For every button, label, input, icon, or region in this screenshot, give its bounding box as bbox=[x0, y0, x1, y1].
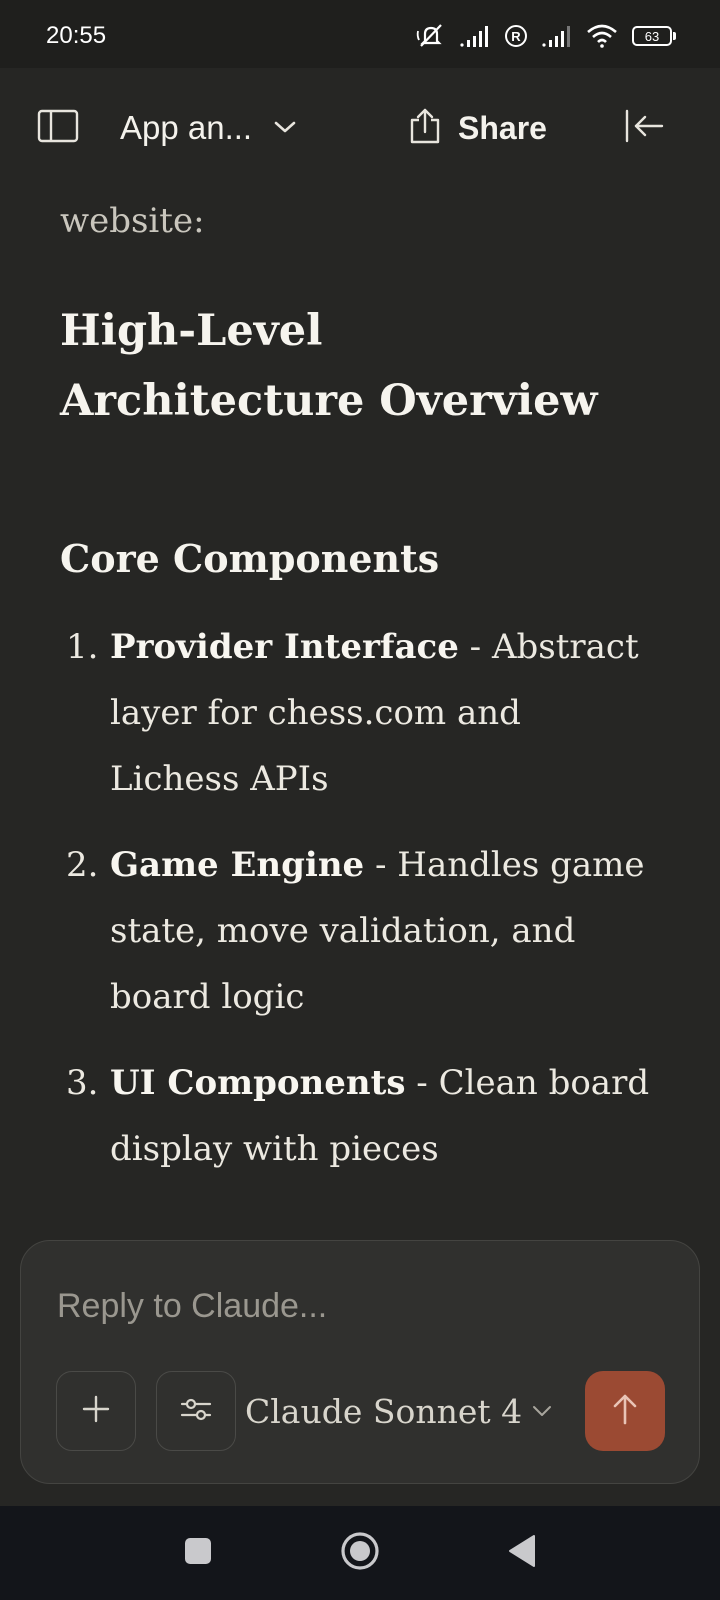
system-navigation-bar bbox=[0, 1506, 720, 1600]
chevron-down-icon bbox=[532, 1402, 552, 1421]
home-icon bbox=[340, 1531, 380, 1575]
list-number: 1. bbox=[66, 627, 99, 667]
share-button[interactable]: Share bbox=[408, 104, 547, 152]
intro-text: website: bbox=[60, 201, 205, 241]
tools-button[interactable] bbox=[156, 1371, 236, 1451]
status-time: 20:55 bbox=[46, 22, 107, 49]
status-icons: R 63 bbox=[416, 22, 676, 50]
reply-composer: Claude Sonnet 4 bbox=[20, 1240, 700, 1484]
list-item: 2. Game Engine - Handles game state, mov… bbox=[60, 832, 660, 1030]
chat-title-dropdown[interactable]: App an... bbox=[120, 104, 296, 152]
collapse-panel-button[interactable] bbox=[616, 104, 672, 152]
reply-input[interactable] bbox=[57, 1281, 657, 1331]
mute-icon bbox=[416, 23, 446, 49]
section-subheading: Core Components bbox=[60, 536, 440, 581]
list-item-title: UI Components bbox=[110, 1063, 406, 1103]
recents-button[interactable] bbox=[178, 1533, 218, 1573]
list-item: 3. UI Components - Clean board display w… bbox=[60, 1050, 660, 1182]
section-heading: High-Level Architecture Overview bbox=[60, 306, 598, 426]
signal-icon bbox=[542, 25, 572, 47]
sliders-icon bbox=[180, 1396, 212, 1426]
component-list: 1. Provider Interface - Abstract layer f… bbox=[60, 614, 660, 1202]
add-attachment-button[interactable] bbox=[56, 1371, 136, 1451]
model-selector[interactable]: Claude Sonnet 4 bbox=[245, 1371, 552, 1451]
list-item: 1. Provider Interface - Abstract layer f… bbox=[60, 614, 660, 812]
model-name: Claude Sonnet 4 bbox=[245, 1391, 523, 1431]
sidebar-icon bbox=[37, 109, 79, 147]
chat-title: App an... bbox=[120, 109, 253, 146]
send-button[interactable] bbox=[585, 1371, 665, 1451]
list-item-title: Provider Interface bbox=[110, 627, 459, 667]
signal-icon bbox=[460, 25, 490, 47]
home-button[interactable] bbox=[340, 1531, 380, 1575]
status-bar: 20:55 R 63 bbox=[0, 0, 720, 68]
share-icon bbox=[408, 108, 442, 148]
battery-icon: 63 bbox=[632, 26, 676, 46]
back-icon bbox=[507, 1534, 537, 1572]
list-item-title: Game Engine bbox=[110, 845, 365, 885]
sidebar-toggle-button[interactable] bbox=[34, 104, 82, 152]
list-number: 2. bbox=[66, 845, 99, 885]
plus-icon bbox=[81, 1394, 111, 1428]
app-header: App an... Share bbox=[0, 68, 720, 188]
share-label: Share bbox=[458, 109, 547, 146]
list-number: 3. bbox=[66, 1063, 99, 1103]
chevron-down-icon bbox=[274, 119, 296, 138]
arrow-up-icon bbox=[611, 1392, 639, 1430]
back-button[interactable] bbox=[502, 1533, 542, 1573]
wifi-icon bbox=[586, 24, 618, 48]
collapse-left-icon bbox=[624, 109, 664, 147]
recents-icon bbox=[183, 1536, 213, 1570]
battery-level: 63 bbox=[632, 26, 672, 46]
svg-text:R: R bbox=[511, 29, 521, 44]
roaming-icon: R bbox=[504, 24, 528, 48]
